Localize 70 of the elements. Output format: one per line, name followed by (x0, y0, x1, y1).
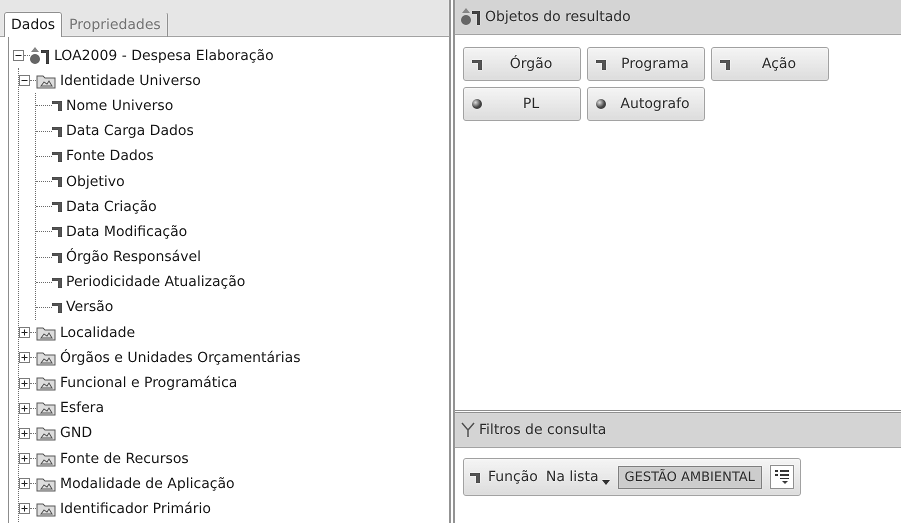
folder-icon (36, 72, 56, 89)
tree-node-label[interactable]: Localidade (60, 324, 136, 341)
folder-icon (36, 350, 56, 366)
result-object-button[interactable]: Autografo (587, 87, 705, 121)
tree-node-label[interactable]: Modalidade de Aplicação (60, 476, 235, 492)
field-icon (472, 58, 482, 70)
folder-icon (36, 500, 56, 517)
collapse-toggle[interactable] (13, 50, 24, 62)
folder-icon (36, 324, 56, 341)
expand-toggle[interactable] (19, 402, 30, 414)
operator-dropdown[interactable]: Na lista (546, 469, 610, 485)
field-icon (52, 126, 62, 137)
expand-toggle[interactable] (19, 478, 30, 490)
expand-toggle[interactable] (19, 428, 30, 439)
result-object-button[interactable]: PL (463, 87, 581, 121)
tab[interactable]: Dados (4, 12, 62, 37)
filter-field: Função (488, 469, 538, 485)
tree-node-label[interactable]: Fonte Dados (66, 148, 154, 164)
folder-icon (36, 375, 56, 392)
field-icon (52, 302, 62, 313)
expand-toggle[interactable] (19, 453, 30, 464)
expand-toggle[interactable] (19, 352, 30, 364)
caret-icon (602, 480, 610, 485)
value-field[interactable]: GESTÃO AMBIENTAL (618, 466, 762, 488)
field-icon (470, 472, 480, 482)
tree-node-label[interactable]: Funcional e Programática (60, 375, 238, 392)
field-icon (720, 58, 730, 70)
tree-node-label[interactable]: Data Criação (66, 198, 157, 215)
folder-icon (36, 450, 56, 467)
tree-node-label[interactable]: Fonte de Recursos (60, 450, 189, 467)
tree-node-label[interactable]: Versão (66, 299, 114, 316)
tree-node-label[interactable]: Data Modificação (66, 224, 188, 240)
expand-toggle[interactable] (19, 378, 30, 389)
tree-node-label[interactable]: Objetivo (66, 174, 125, 190)
field-icon (52, 226, 62, 238)
tree-node-label[interactable]: Periodicidade Atualização (66, 274, 246, 290)
folder-icon (36, 476, 56, 492)
sphere-icon (596, 99, 606, 109)
field-icon (52, 176, 62, 188)
field-icon (52, 150, 62, 162)
tree-node-label[interactable]: GND (60, 425, 92, 442)
filter-icon (461, 422, 475, 438)
field-icon (52, 252, 62, 263)
field-icon (52, 100, 62, 112)
tree-node-label[interactable]: Órgãos e Unidades Orçamentárias (60, 350, 301, 366)
universe-icon (461, 8, 481, 26)
folder-icon (36, 425, 56, 442)
tree-node-label[interactable]: LOA2009 - Despesa Elaboração (54, 48, 274, 64)
expand-toggle[interactable] (19, 327, 30, 338)
expand-toggle[interactable] (19, 503, 30, 514)
tree-node-label[interactable]: Esfera (60, 400, 104, 416)
list-icon (774, 469, 789, 485)
folder-icon (36, 400, 56, 416)
tree-node-label[interactable]: Identidade Universo (60, 72, 201, 89)
result-object-button[interactable]: Ação (711, 47, 829, 81)
tree-node-label[interactable]: Data Carga Dados (66, 123, 194, 140)
field-icon (52, 276, 62, 288)
tree-node-label[interactable]: Identificador Primário (60, 500, 211, 517)
collapse-toggle[interactable] (19, 75, 30, 86)
tree-node-label[interactable]: Órgão Responsável (66, 249, 202, 266)
field-icon (596, 58, 606, 70)
panel-title: Objetos do resultado (485, 9, 631, 25)
list-button[interactable] (770, 465, 794, 489)
field-icon (52, 201, 62, 212)
panel-title: Filtros de consulta (479, 422, 606, 438)
sphere-icon (472, 99, 482, 109)
tree-node-label[interactable]: Nome Universo (66, 98, 174, 114)
result-object-button[interactable]: Órgão (463, 47, 581, 81)
result-object-button[interactable]: Programa (587, 47, 705, 81)
tab[interactable]: Propriedades (62, 12, 168, 37)
